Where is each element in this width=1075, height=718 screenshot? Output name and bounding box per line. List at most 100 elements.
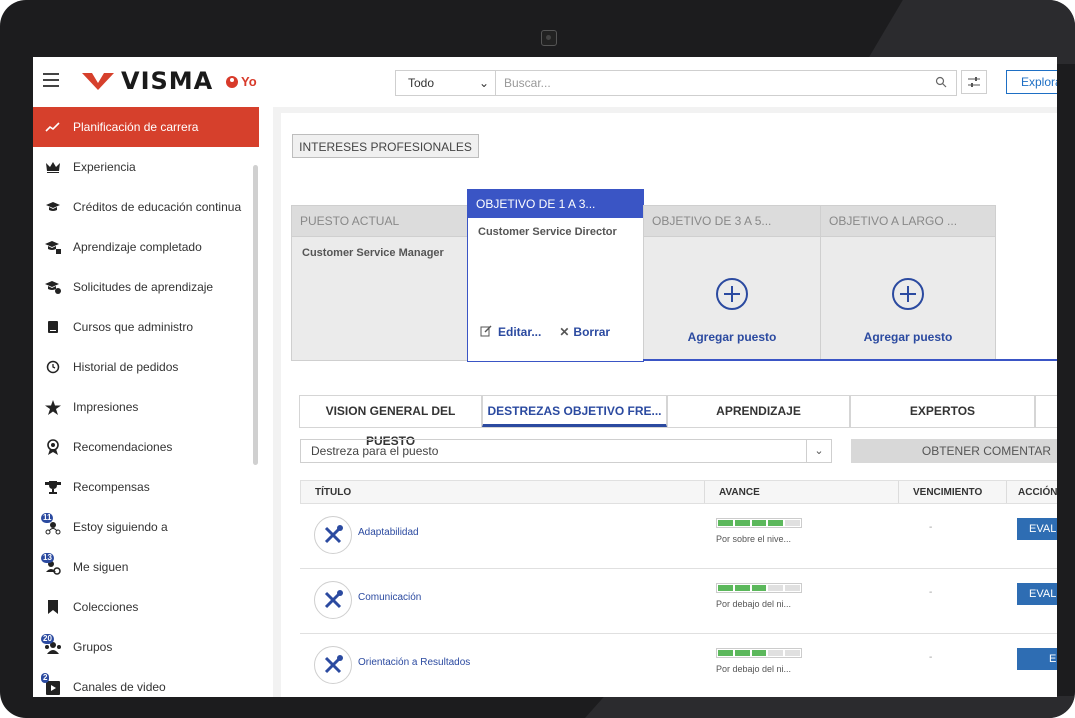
skill-title-link[interactable]: Adaptabilidad	[358, 527, 419, 538]
trophy-icon	[33, 480, 73, 494]
sidebar-item-label: Estoy siguiendo a	[73, 520, 168, 534]
logo-text: VISMA	[121, 67, 214, 95]
graduation-check-icon	[33, 240, 73, 254]
professional-interests-button[interactable]: INTERESES PROFESIONALES	[292, 134, 479, 158]
search-scope-select[interactable]: Todo ⌄	[396, 71, 496, 95]
sidebar-item-experience[interactable]: Experiencia	[33, 147, 259, 187]
sidebar-item-impressions[interactable]: Impresiones	[33, 387, 259, 427]
search-scope-value: Todo	[408, 76, 435, 90]
evaluate-button[interactable]: EVAL	[1017, 518, 1057, 540]
sidebar-scrollbar[interactable]	[253, 165, 258, 465]
sidebar-item-label: Recomendaciones	[73, 440, 173, 454]
sidebar-item-career-planning[interactable]: Planificación de carrera	[33, 107, 259, 147]
table-row[interactable]: Adaptabilidad Por sobre el nive... - EVA…	[300, 504, 1057, 569]
sidebar-item-label: Grupos	[73, 640, 113, 654]
target-3-5-card[interactable]: OBJETIVO DE 3 A 5... Agregar puesto	[643, 205, 821, 361]
search-bar: Todo ⌄	[395, 70, 957, 96]
sidebar-item-label: Cursos que administro	[73, 320, 194, 334]
table-row[interactable]: Comunicación Por debajo del ni... - EVAL	[300, 569, 1057, 634]
evaluate-button[interactable]: EVAL	[1017, 583, 1057, 605]
skill-title-link[interactable]: Orientación a Resultados	[358, 657, 470, 668]
followers-count-badge: 13	[41, 553, 54, 563]
target-long-term-card[interactable]: OBJETIVO A LARGO ... Agregar puesto	[820, 205, 996, 361]
graduation-request-icon	[33, 280, 73, 294]
due-date: -	[929, 587, 933, 598]
tab-learning[interactable]: APRENDIZAJE	[667, 395, 850, 427]
visma-logo[interactable]: VISMA	[81, 67, 214, 95]
skill-select[interactable]: Destreza para el puesto ⌄	[300, 439, 832, 463]
tab-position-overview[interactable]: VISION GENERAL DEL PUESTO	[299, 395, 482, 448]
chevron-down-icon: ⌄	[478, 76, 489, 90]
card-job-title: Customer Service Manager	[302, 247, 444, 259]
tab-bar: VISION GENERAL DEL PUESTO DESTREZAS OBJE…	[299, 395, 1057, 448]
sidebar-item-order-history[interactable]: Historial de pedidos	[33, 347, 259, 387]
main-content: INTERESES PROFESIONALES PUESTO ACTUAL Cu…	[273, 107, 1057, 697]
sidebar-item-label: Colecciones	[73, 600, 139, 614]
progress-bar	[716, 648, 802, 658]
sidebar-item-education-credits[interactable]: Créditos de educación continua	[33, 187, 259, 227]
sidebar-item-following[interactable]: 11 Estoy siguiendo a	[33, 507, 259, 547]
sidebar-item-followers[interactable]: 13 Me siguen	[33, 547, 259, 587]
sidebar-item-label: Recompensas	[73, 480, 150, 494]
card-header: OBJETIVO A LARGO ...	[821, 206, 995, 237]
top-bar: VISMA Yo Todo ⌄ Explora	[33, 57, 1057, 108]
search-icon[interactable]	[926, 76, 956, 91]
add-circle-icon[interactable]	[892, 278, 924, 310]
column-due: VENCIMIENTO	[913, 487, 983, 498]
sidebar-item-label: Créditos de educación continua	[73, 200, 242, 214]
sidebar-item-collections[interactable]: Colecciones	[33, 587, 259, 627]
due-date: -	[929, 522, 933, 533]
tab-experts[interactable]: EXPERTOS	[850, 395, 1035, 427]
sidebar-item-learning-requests[interactable]: Solicitudes de aprendizaje	[33, 267, 259, 307]
hamburger-menu-icon[interactable]	[43, 73, 59, 87]
user-menu[interactable]: Yo	[226, 74, 257, 89]
skill-title-link[interactable]: Comunicación	[358, 592, 421, 603]
sidebar-item-groups[interactable]: 20 Grupos	[33, 627, 259, 667]
delete-label: Borrar	[573, 325, 611, 339]
sidebar-item-label: Historial de pedidos	[73, 360, 179, 374]
tab-more[interactable]	[1035, 395, 1057, 427]
trend-icon	[33, 121, 73, 133]
current-position-card[interactable]: PUESTO ACTUAL Customer Service Manager	[291, 205, 469, 361]
table-row[interactable]: Orientación a Resultados Por debajo del …	[300, 634, 1057, 697]
get-feedback-button[interactable]: OBTENER COMENTAR	[851, 439, 1057, 463]
add-position-link[interactable]: Agregar puesto	[644, 330, 820, 344]
sliders-icon	[968, 77, 980, 87]
sidebar-item-managed-courses[interactable]: Cursos que administro	[33, 307, 259, 347]
target-1-3-card[interactable]: OBJETIVO DE 1 A 3... Customer Service Di…	[467, 189, 644, 362]
frame-reflection	[865, 0, 1075, 64]
card-header: PUESTO ACTUAL	[292, 206, 468, 237]
evaluate-button[interactable]: E	[1017, 648, 1057, 670]
frame-bottom-reflection	[585, 696, 1075, 718]
bookmark-icon	[33, 600, 73, 614]
sidebar-item-label: Experiencia	[73, 160, 136, 174]
edit-button[interactable]: Editar...	[480, 325, 541, 339]
sidebar-item-label: Canales de video	[73, 680, 166, 694]
delete-button[interactable]: ✕ Borrar	[559, 325, 610, 339]
sidebar-item-rewards[interactable]: Recompensas	[33, 467, 259, 507]
video-channel-icon: 2	[33, 673, 73, 695]
user-label: Yo	[241, 74, 257, 89]
wrench-icon	[314, 581, 352, 619]
add-position-link[interactable]: Agregar puesto	[821, 330, 995, 344]
tab-target-skills[interactable]: DESTREZAS OBJETIVO FRE...	[482, 395, 667, 427]
search-input[interactable]	[496, 71, 926, 95]
following-icon: 11	[33, 513, 73, 535]
explore-button[interactable]: Explora	[1006, 70, 1057, 94]
column-action: ACCIÓN	[1018, 487, 1057, 498]
sidebar: Planificación de carrera Experiencia Cré…	[33, 107, 273, 697]
followers-icon: 13	[33, 553, 73, 575]
sidebar-item-label: Aprendizaje completado	[73, 240, 202, 254]
progress-status: Por sobre el nive...	[716, 534, 792, 544]
sidebar-item-recommendations[interactable]: Recomendaciones	[33, 427, 259, 467]
sidebar-item-completed-learning[interactable]: Aprendizaje completado	[33, 227, 259, 267]
card-job-title: Customer Service Director	[478, 226, 617, 238]
groups-count-badge: 20	[41, 634, 54, 644]
add-circle-icon[interactable]	[716, 278, 748, 310]
close-icon: ✕	[559, 325, 570, 339]
column-title: TÍTULO	[315, 487, 352, 498]
app-screen: VISMA Yo Todo ⌄ Explora	[33, 57, 1057, 697]
filter-settings-button[interactable]	[961, 70, 987, 94]
sidebar-item-video-channels[interactable]: 2 Canales de video	[33, 667, 259, 697]
skills-table-header: TÍTULO AVANCE VENCIMIENTO ACCIÓN	[300, 480, 1057, 504]
